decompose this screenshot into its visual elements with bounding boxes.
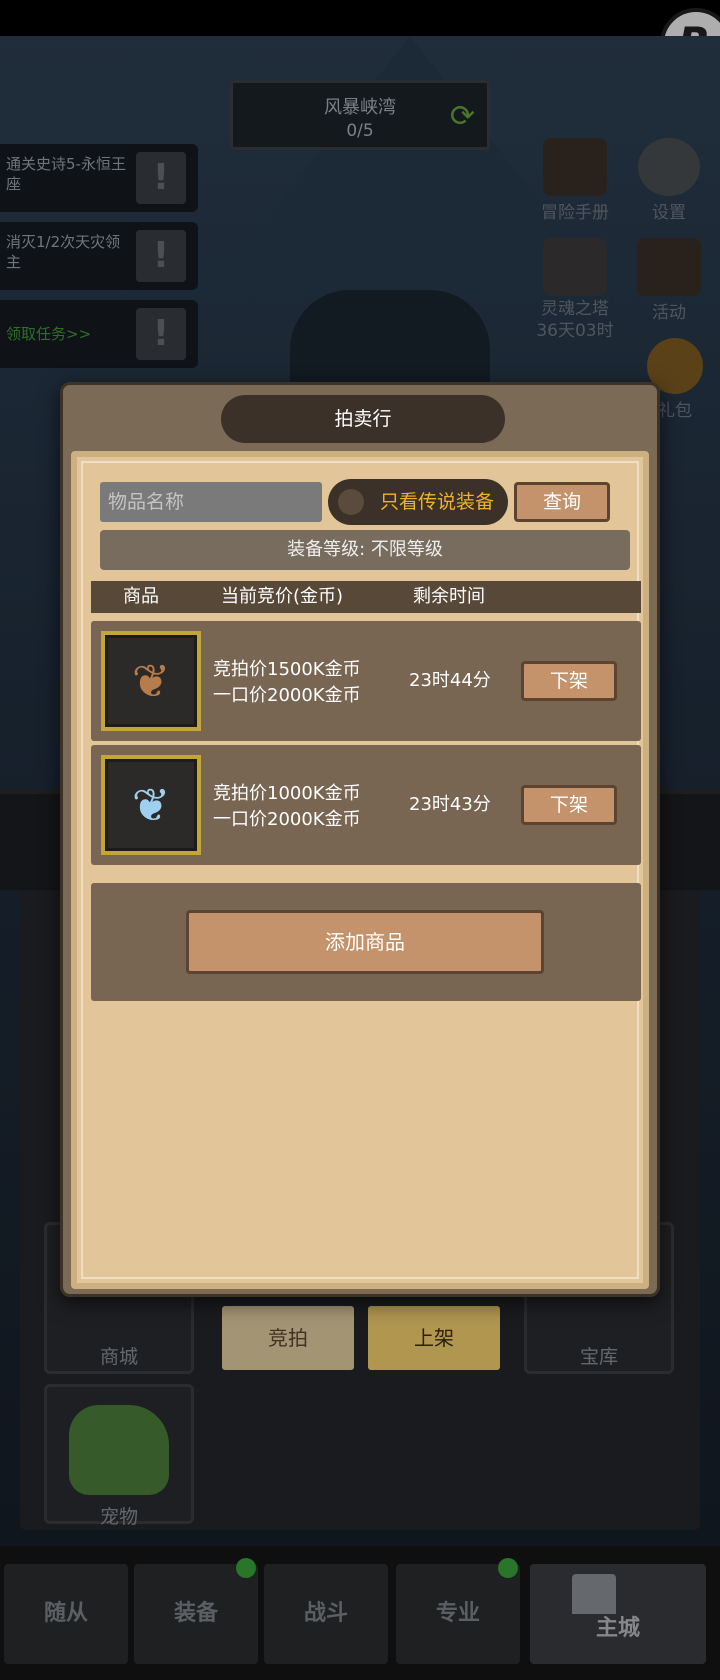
item-name-search-input[interactable] xyxy=(100,482,322,522)
listing-prices: 竞拍价1000K金币 一口价2000K金币 xyxy=(213,781,361,833)
buyout-price: 一口价2000K金币 xyxy=(213,809,361,830)
bid-price: 竞拍价1000K金币 xyxy=(213,783,361,804)
equipment-level-filter[interactable]: 装备等级: 不限等级 xyxy=(100,530,630,570)
bronze-wings-icon[interactable]: ❦ xyxy=(101,631,201,731)
delist-button[interactable]: 下架 xyxy=(521,661,617,701)
column-current-bid: 当前竞价(金币) xyxy=(221,586,344,607)
query-button[interactable]: 查询 xyxy=(514,482,610,522)
time-left: 23时44分 xyxy=(409,670,491,691)
toggle-knob xyxy=(338,489,364,515)
listing-row: ❦ 竞拍价1500K金币 一口价2000K金币 23时44分 下架 xyxy=(91,621,641,741)
listing-row: ❦ 竞拍价1000K金币 一口价2000K金币 23时43分 下架 xyxy=(91,745,641,865)
legendary-only-toggle[interactable]: 只看传说装备 xyxy=(328,479,508,525)
column-time-left: 剩余时间 xyxy=(413,586,485,607)
add-item-area: 添加商品 xyxy=(91,883,641,1001)
legendary-only-label: 只看传说装备 xyxy=(379,491,494,513)
time-left: 23时43分 xyxy=(409,794,491,815)
silver-wings-icon[interactable]: ❦ xyxy=(101,755,201,855)
buyout-price: 一口价2000K金币 xyxy=(213,685,361,706)
table-header: 商品 当前竞价(金币) 剩余时间 xyxy=(91,581,641,613)
auction-house-modal: 拍卖行 只看传说装备 查询 装备等级: 不限等级 商品 当前竞价(金币) 剩余时… xyxy=(60,382,660,1297)
auction-panel: 只看传说装备 查询 装备等级: 不限等级 商品 当前竞价(金币) 剩余时间 ❦ … xyxy=(71,451,649,1289)
add-item-button[interactable]: 添加商品 xyxy=(186,910,544,974)
bid-price: 竞拍价1500K金币 xyxy=(213,659,361,680)
modal-title: 拍卖行 xyxy=(221,395,505,443)
delist-button[interactable]: 下架 xyxy=(521,785,617,825)
listing-prices: 竞拍价1500K金币 一口价2000K金币 xyxy=(213,657,361,709)
column-item: 商品 xyxy=(123,586,159,607)
